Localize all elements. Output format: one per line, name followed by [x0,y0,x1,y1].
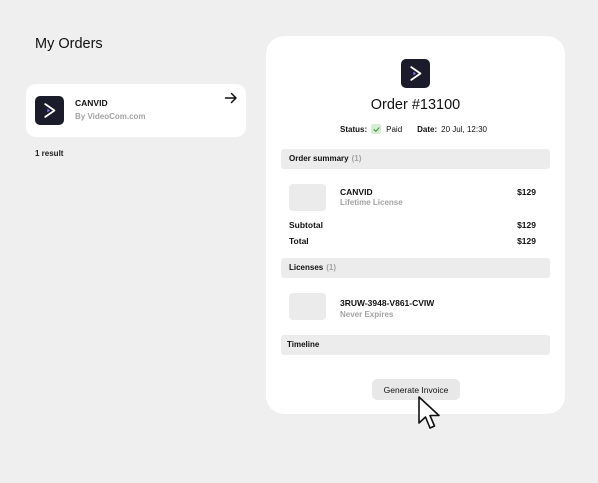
license-key: 3RUW-3948-V861-CVIW [340,298,435,308]
check-icon [371,124,382,134]
result-count: 1 result [35,149,64,158]
summary-item-name: CANVID [340,187,373,197]
timeline-title: Timeline [287,340,320,349]
arrow-right-icon[interactable] [224,91,238,105]
summary-item-price: $129 [517,187,536,197]
play-logo-icon [35,96,64,125]
order-list-item[interactable]: CANVID By VideoCom.com [26,84,246,137]
product-thumbnail [289,184,326,211]
play-logo-icon [401,59,430,88]
status-label: Status: [340,124,368,134]
status-badge: Paid [386,124,403,134]
order-vendor: By VideoCom.com [75,112,146,121]
order-product-name: CANVID [75,98,108,108]
order-detail-panel: Order #13100 Status: Paid Date: 20 Jul, … [266,36,565,414]
order-title: Order #13100 [370,97,461,113]
order-summary-title: Order summary [289,154,349,163]
order-summary-header: Order summary (1) [281,149,550,169]
mouse-pointer-icon [418,396,440,429]
summary-item-license: Lifetime License [340,198,403,207]
timeline-header[interactable]: Timeline [281,335,550,355]
total-value: $129 [517,236,536,246]
subtotal-value: $129 [517,220,536,230]
order-date: 20 Jul, 12:30 [441,124,487,134]
license-thumbnail [289,293,326,320]
licenses-header: Licenses (1) [281,258,550,278]
date-label: Date: [417,124,438,134]
subtotal-label: Subtotal [289,220,323,230]
generate-invoice-button[interactable]: Generate Invoice [372,379,460,400]
page-title: My Orders [35,36,103,52]
license-expiry: Never Expires [340,310,394,319]
order-meta: Status: Paid Date: 20 Jul, 12:30 [340,123,487,135]
total-label: Total [289,236,309,246]
order-summary-count: (1) [351,154,362,163]
licenses-count: (1) [326,263,337,272]
licenses-title: Licenses [289,263,324,272]
